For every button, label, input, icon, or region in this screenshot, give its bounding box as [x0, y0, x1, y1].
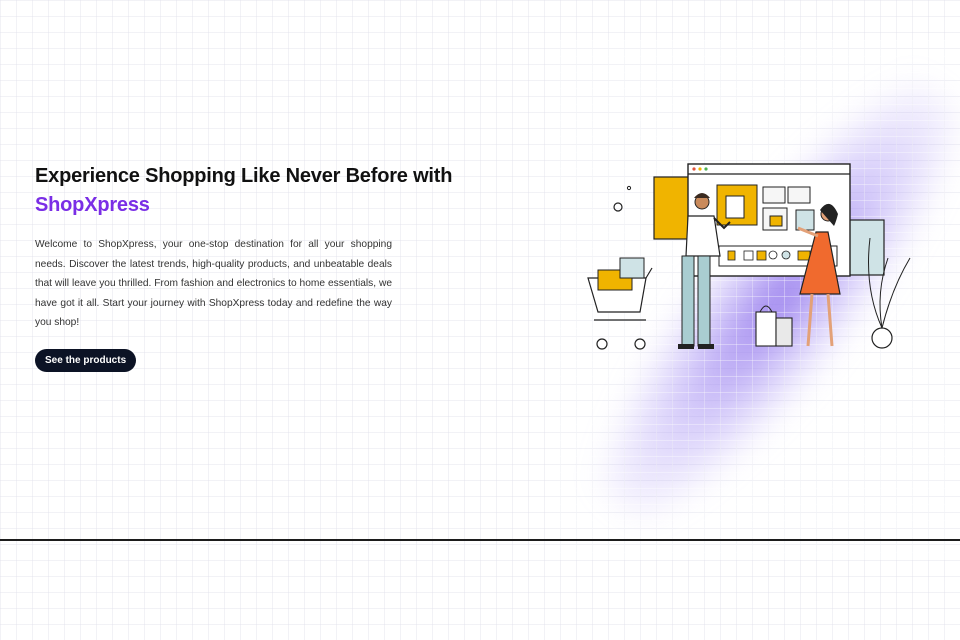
shopping-illustration [587, 163, 911, 350]
yellow-panel [653, 176, 691, 240]
shopping-bag-icon [755, 305, 793, 347]
hero-description: Welcome to ShopXpress, your one-stop des… [35, 239, 392, 328]
bag-icon [769, 215, 783, 227]
hero-headline: Experience Shopping Like Never Before wi… [35, 162, 475, 220]
teal-panel [847, 219, 885, 276]
decor-dot [626, 185, 632, 191]
see-products-button[interactable]: See the products [35, 348, 137, 372]
hero-section: Experience Shopping Like Never Before wi… [35, 162, 475, 372]
shopping-cart-icon [587, 257, 653, 350]
brand-name: ShopXpress [35, 194, 150, 216]
hero-headline-text: Experience Shopping Like Never Before wi… [35, 165, 453, 187]
decor-circle [613, 202, 623, 212]
